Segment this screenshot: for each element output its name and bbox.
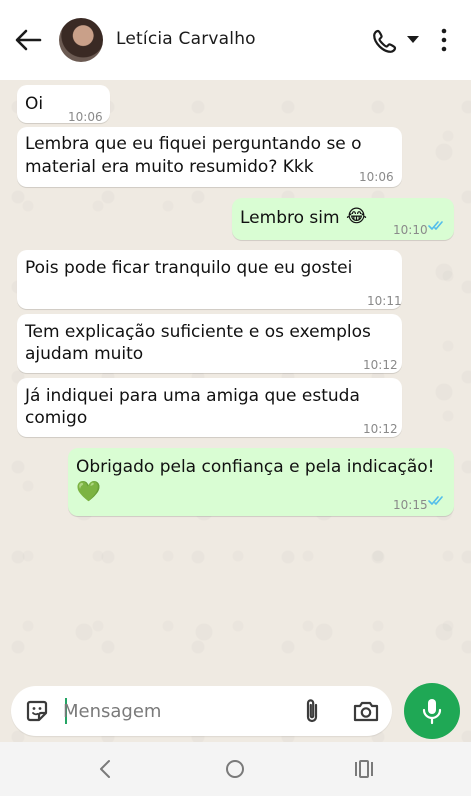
paperclip-icon[interactable]	[301, 697, 323, 725]
incoming-message[interactable]: Oi 10:06	[17, 85, 110, 124]
incoming-message[interactable]: Já indiquei para uma amiga que estuda co…	[17, 378, 402, 437]
chat-area[interactable]: Oi 10:06 Lembra que eu fiquei perguntand…	[0, 80, 471, 742]
message-time: 10:06	[359, 170, 394, 184]
chat-header: Letícia Carvalho	[0, 0, 471, 80]
message-text: comigo	[25, 408, 88, 428]
message-input[interactable]	[63, 696, 293, 726]
camera-icon[interactable]	[352, 699, 380, 723]
message-text: Tem explicação suficiente e os exemplos	[25, 322, 371, 342]
avatar[interactable]	[59, 18, 103, 62]
incoming-message[interactable]: Lembra que eu fiquei perguntando se o ma…	[17, 127, 402, 187]
mic-button[interactable]	[404, 683, 460, 739]
microphone-icon	[422, 699, 442, 725]
message-text: Lembra que eu fiquei perguntando se o	[25, 134, 362, 154]
nav-back-icon[interactable]	[96, 758, 114, 780]
incoming-message[interactable]: Tem explicação suficiente e os exemplos …	[17, 314, 402, 373]
incoming-message[interactable]: Pois pode ficar tranquilo que eu gostei …	[17, 250, 402, 309]
emoji: 😂	[346, 206, 368, 227]
message-text: material era muito resumido? Kkk	[25, 157, 314, 177]
message-text: Oi	[25, 94, 44, 114]
message-time: 10:06	[68, 110, 103, 124]
message-time: 10:12	[363, 358, 398, 372]
back-arrow-icon[interactable]	[14, 28, 42, 52]
phone-icon[interactable]	[372, 28, 398, 54]
contact-name[interactable]: Letícia Carvalho	[116, 29, 256, 49]
nav-recents-icon[interactable]	[352, 758, 376, 780]
emoji: 💚	[76, 479, 101, 503]
message-composer	[11, 686, 392, 736]
outgoing-message[interactable]: Obrigado pela confiança e pela indicação…	[68, 448, 454, 516]
message-text: Já indiquei para uma amiga que estuda	[25, 386, 360, 406]
system-nav-bar	[0, 742, 471, 796]
chevron-down-icon[interactable]	[407, 36, 419, 44]
nav-home-icon[interactable]	[224, 758, 246, 780]
read-ticks-icon	[428, 496, 443, 505]
read-ticks-icon	[428, 221, 443, 230]
outgoing-message[interactable]: Lembro sim 😂 10:10	[232, 198, 454, 240]
more-vert-icon[interactable]	[440, 28, 448, 52]
message-time: 10:12	[363, 422, 398, 436]
message-time: 10:10	[393, 223, 428, 237]
message-text: Obrigado pela confiança e pela indicação…	[76, 457, 435, 477]
sticker-icon[interactable]	[24, 698, 50, 724]
message-text: Lembro sim	[240, 208, 340, 228]
message-text: ajudam muito	[25, 344, 144, 364]
message-time: 10:15	[393, 498, 428, 512]
message-text: Pois pode ficar tranquilo que eu gostei	[25, 258, 353, 278]
message-time: 10:11	[367, 294, 402, 308]
